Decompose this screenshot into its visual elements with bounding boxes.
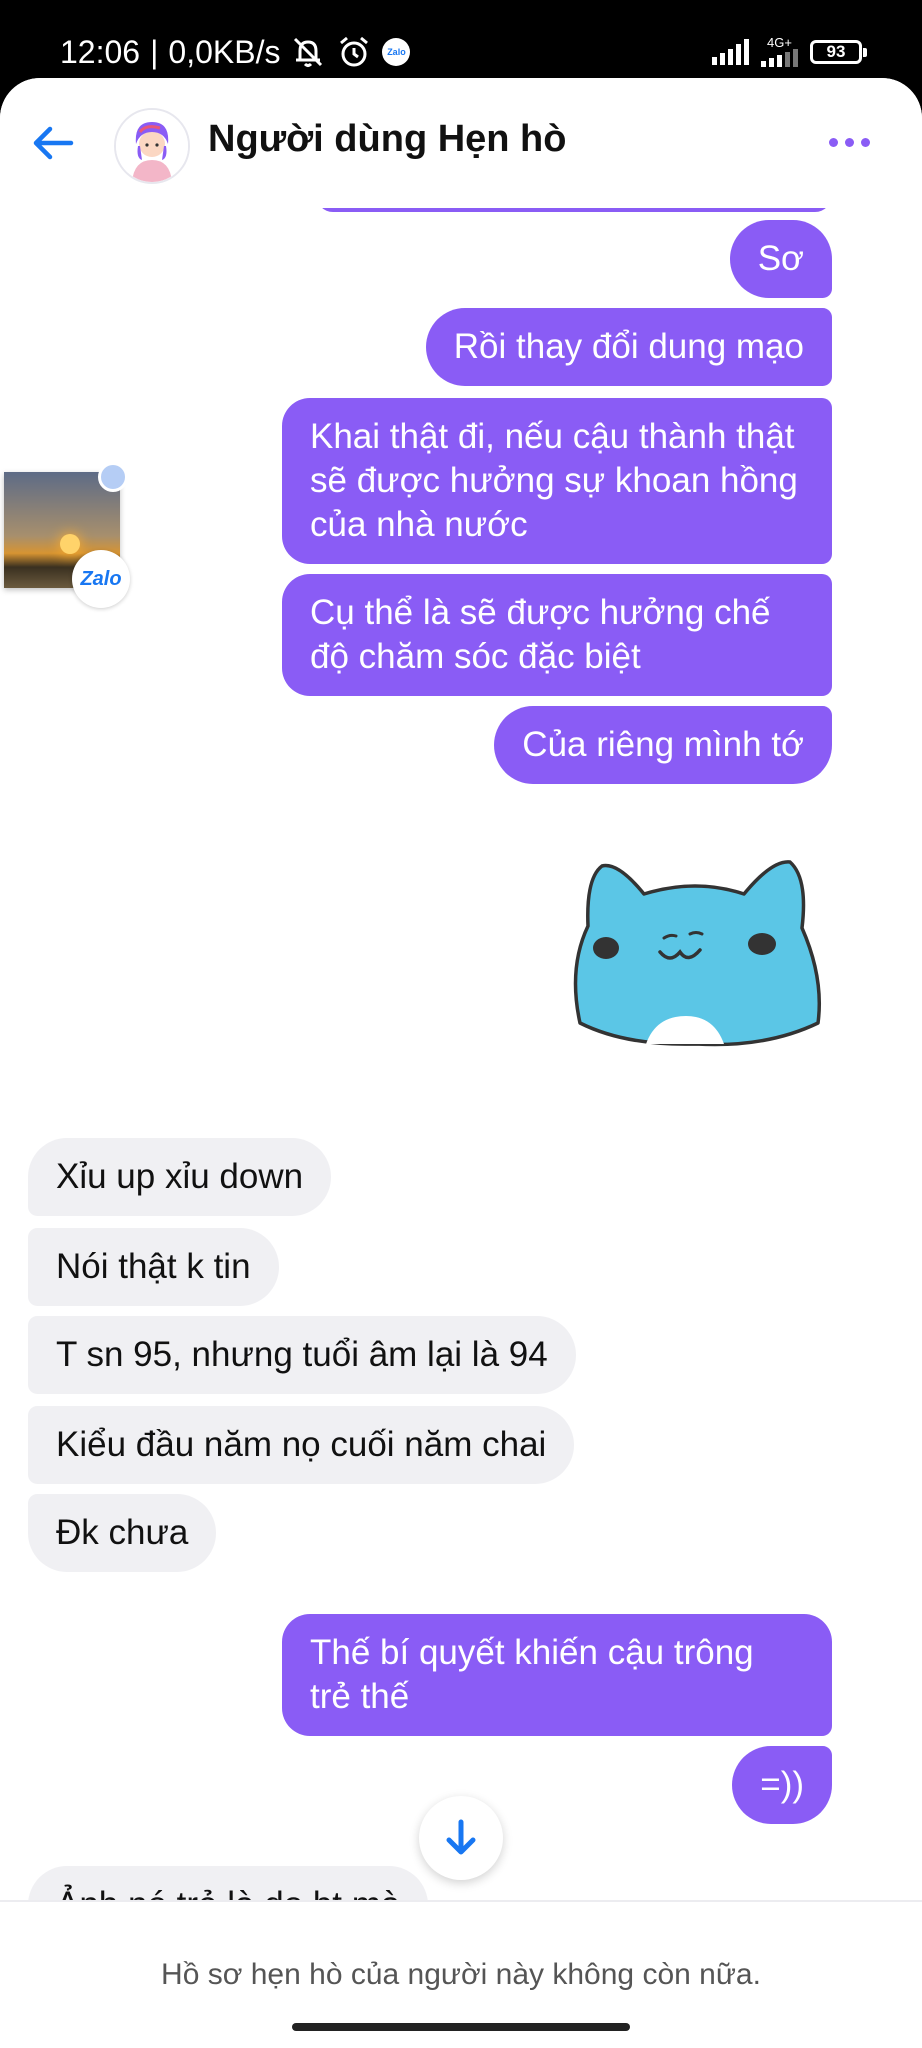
message-text: Rồi thay đổi dung mạo — [453, 327, 804, 366]
chat-title: Người dùng Hẹn hò — [208, 118, 567, 160]
message-text: Kiểu đầu năm nọ cuối năm chai — [56, 1425, 547, 1464]
message-text: Cụ thể là sẽ được hưởng chế độ chăm sóc … — [310, 593, 771, 676]
network-type: 4G+ — [767, 35, 792, 50]
message-bubble-outgoing[interactable]: Cụ thể là sẽ được hưởng chế độ chăm sóc … — [282, 574, 832, 696]
message-text: Khai thật đi, nếu cậu thành thật sẽ được… — [310, 417, 798, 544]
message-bubble-outgoing[interactable]: Thế bí quyết khiến cậu trông trẻ thế — [282, 1614, 832, 1736]
message-bubble-outgoing[interactable]: =)) — [732, 1746, 832, 1824]
scroll-to-bottom-button[interactable] — [419, 1796, 503, 1880]
dating-user-avatar-icon — [116, 110, 188, 182]
more-options-icon[interactable] — [829, 138, 870, 147]
arrow-down-icon — [446, 1819, 476, 1855]
message-text: T sn 95, nhưng tuổi âm lại là 94 — [56, 1335, 548, 1374]
online-dot — [98, 462, 128, 492]
message-text: Xỉu up xỉu down — [56, 1157, 304, 1196]
zalo-chat-head[interactable]: Zalo — [0, 462, 130, 612]
message-bubble-outgoing[interactable]: Khai thật đi, nếu cậu thành thật sẽ được… — [282, 398, 832, 564]
zalo-badge-label: Zalo — [80, 567, 122, 590]
mute-notifications-icon — [290, 34, 326, 70]
profile-unavailable-notice: Hồ sơ hẹn hò của người này không còn nữa… — [161, 1958, 761, 1991]
message-text: =)) — [760, 1765, 804, 1804]
chat-screen: Người dùng Hẹn hò Sơ Rồi thay đổi dung m… — [0, 78, 922, 2048]
battery-level: 93 — [826, 42, 846, 61]
signal-4g-icon: 4G+ — [761, 35, 798, 67]
message-bubble-incoming[interactable]: T sn 95, nhưng tuổi âm lại là 94 — [28, 1316, 576, 1394]
alarm-icon — [336, 34, 372, 70]
message-bubble-outgoing[interactable]: Của riêng mình tớ — [494, 706, 832, 784]
home-indicator[interactable] — [292, 2023, 630, 2031]
zalo-logo-icon: Zalo — [72, 550, 130, 608]
battery-icon: 93 — [810, 40, 867, 64]
sunset-sun-icon — [60, 534, 80, 554]
message-bubble-outgoing[interactable]: Rồi thay đổi dung mạo — [425, 308, 832, 386]
message-text: Nói thật k tin — [56, 1247, 251, 1286]
message-text: Sơ — [757, 239, 804, 278]
message-bubble-incoming[interactable]: Kiểu đầu năm nọ cuối năm chai — [28, 1406, 575, 1484]
message-bubble-outgoing[interactable]: Sơ — [729, 220, 832, 298]
chat-header: Người dùng Hẹn hò — [0, 78, 922, 208]
message-bubble-incoming[interactable]: Xỉu up xỉu down — [28, 1138, 332, 1216]
back-arrow-icon — [33, 126, 74, 160]
back-button[interactable] — [28, 118, 78, 168]
message-text: Của riêng mình tớ — [522, 725, 804, 764]
message-bubble-incoming[interactable]: Nói thật k tin — [28, 1228, 279, 1306]
message-text: Đk chưa — [56, 1513, 189, 1552]
signal-icon — [712, 39, 749, 65]
blue-cat-sticker[interactable] — [566, 848, 834, 1048]
message-bubble-incoming[interactable]: Đk chưa — [28, 1494, 217, 1572]
status-time: 12:06 — [60, 33, 141, 70]
avatar[interactable] — [114, 108, 190, 184]
network-speed: 0,0KB/s — [168, 33, 281, 70]
message-text: Thế bí quyết khiến cậu trông trẻ thế — [310, 1633, 754, 1716]
status-right: 4G+ 93 — [712, 32, 867, 72]
zalo-notification-icon: Zalo — [382, 38, 411, 66]
status-left: 12:06 | 0,0KB/s Zalo — [60, 30, 411, 74]
